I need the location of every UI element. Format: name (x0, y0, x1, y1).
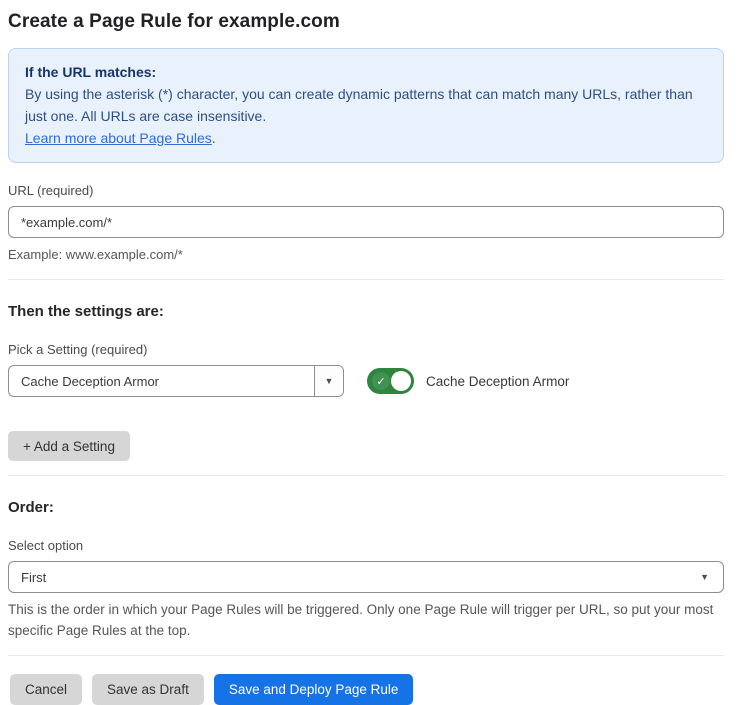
order-select-label: Select option (8, 538, 724, 553)
divider (8, 475, 724, 476)
setting-dropdown[interactable]: Cache Deception Armor ▼ (8, 365, 344, 397)
setting-toggle-label: Cache Deception Armor (426, 374, 569, 389)
order-select-value: First (9, 570, 700, 585)
url-match-info-box: If the URL matches: By using the asteris… (8, 48, 724, 163)
chevron-down-icon: ▼ (325, 377, 334, 386)
page-rule-form: Create a Page Rule for example.com If th… (8, 0, 724, 705)
url-field-label: URL (required) (8, 183, 724, 198)
check-icon: ✓ (372, 372, 390, 390)
learn-more-link[interactable]: Learn more about Page Rules (25, 130, 212, 146)
setting-picker-label: Pick a Setting (required) (8, 342, 724, 357)
order-select[interactable]: First ▼ (8, 561, 724, 593)
setting-row: Cache Deception Armor ▼ ✓ Cache Deceptio… (8, 365, 724, 397)
url-example-text: Example: www.example.com/* (8, 245, 724, 265)
info-box-body: By using the asterisk (*) character, you… (25, 83, 707, 127)
divider (8, 279, 724, 280)
url-input[interactable] (8, 206, 724, 238)
order-section-heading: Order: (8, 499, 724, 516)
add-setting-button[interactable]: + Add a Setting (8, 431, 130, 461)
setting-dropdown-arrow-button[interactable]: ▼ (314, 366, 343, 396)
setting-toggle[interactable]: ✓ (367, 368, 414, 394)
info-box-link-line: Learn more about Page Rules. (25, 127, 707, 149)
order-description: This is the order in which your Page Rul… (8, 599, 724, 641)
settings-section-heading: Then the settings are: (8, 303, 724, 320)
setting-dropdown-value: Cache Deception Armor (9, 366, 314, 396)
link-suffix: . (212, 130, 216, 146)
page-title: Create a Page Rule for example.com (8, 11, 724, 33)
divider (8, 655, 724, 656)
chevron-down-icon: ▼ (700, 573, 709, 582)
info-box-heading: If the URL matches: (25, 61, 707, 83)
toggle-knob (391, 371, 411, 391)
